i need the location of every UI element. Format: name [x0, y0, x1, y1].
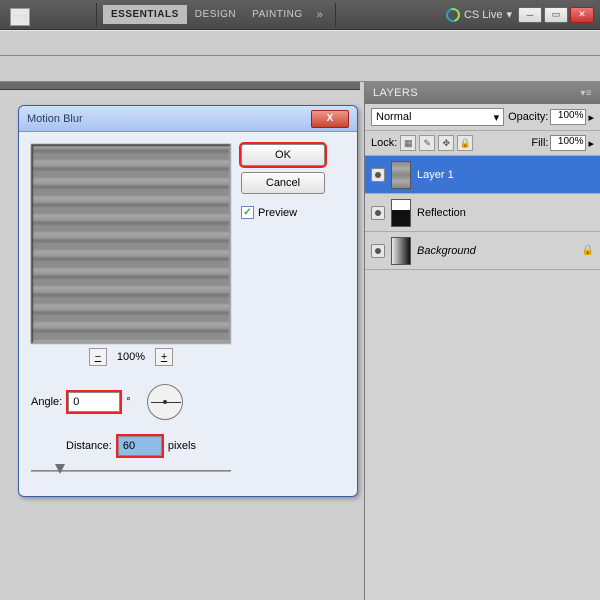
cslive-caret-icon: ▾ — [506, 8, 512, 21]
fill-caret-icon[interactable]: ▸ — [588, 137, 594, 150]
layers-panel: LAYERS ▾≡ Normal ▾ Opacity: 100% ▸ Lock:… — [364, 82, 600, 600]
slider-thumb-icon[interactable] — [55, 464, 65, 474]
lock-position-icon[interactable]: ✥ — [438, 135, 454, 151]
layer-name[interactable]: Layer 1 — [417, 169, 594, 181]
preview-checkbox[interactable]: ✓ — [241, 206, 254, 219]
fill-label: Fill: — [531, 137, 548, 149]
opacity-label: Opacity: — [508, 111, 548, 123]
cslive-icon — [443, 5, 462, 24]
workspace-painting[interactable]: PAINTING — [244, 5, 310, 24]
cslive-button[interactable]: CS Live ▾ — [446, 8, 512, 22]
layer-name[interactable]: Background — [417, 245, 576, 257]
lock-pixels-icon[interactable]: ✎ — [419, 135, 435, 151]
dialog-close-button[interactable]: X — [311, 110, 349, 128]
dialog-title: Motion Blur — [27, 113, 83, 125]
angle-label: Angle: — [31, 396, 62, 408]
distance-label: Distance: — [66, 440, 112, 452]
visibility-toggle-icon[interactable] — [371, 244, 385, 258]
ok-button[interactable]: OK — [241, 144, 325, 166]
lock-label: Lock: — [371, 137, 397, 149]
lock-transparent-icon[interactable]: ▦ — [400, 135, 416, 151]
options-bar[interactable] — [0, 30, 600, 56]
filter-preview[interactable] — [31, 144, 231, 344]
blend-mode-value: Normal — [376, 111, 411, 123]
zoom-out-button[interactable]: − — [89, 348, 107, 366]
opacity-caret-icon[interactable]: ▸ — [588, 111, 594, 124]
layer-thumbnail[interactable] — [391, 199, 411, 227]
layers-panel-title: LAYERS — [373, 87, 418, 99]
dialog-titlebar[interactable]: Motion Blur X — [19, 106, 357, 132]
layer-row[interactable]: Layer 1 — [365, 156, 600, 194]
workspace-essentials[interactable]: ESSENTIALS — [103, 5, 187, 24]
panel-menu-icon[interactable]: ▾≡ — [580, 88, 592, 99]
layer-thumbnail[interactable] — [391, 237, 411, 265]
opacity-input[interactable]: 100% — [550, 109, 586, 125]
cancel-button[interactable]: Cancel — [241, 172, 325, 194]
workspace-design[interactable]: DESIGN — [187, 5, 244, 24]
preview-label: Preview — [258, 207, 297, 219]
document-tab-strip — [0, 82, 360, 90]
angle-input[interactable] — [68, 392, 120, 412]
angle-wheel[interactable] — [147, 384, 183, 420]
visibility-toggle-icon[interactable] — [371, 206, 385, 220]
layers-panel-header[interactable]: LAYERS ▾≡ — [365, 82, 600, 104]
distance-slider[interactable] — [31, 462, 231, 480]
chevron-down-icon: ▾ — [494, 111, 500, 124]
cslive-label: CS Live — [464, 9, 503, 21]
screenmode-icon[interactable]: ▭▾ — [10, 8, 30, 26]
layer-thumbnail[interactable] — [391, 161, 411, 189]
layer-row[interactable]: Reflection — [365, 194, 600, 232]
visibility-toggle-icon[interactable] — [371, 168, 385, 182]
close-button[interactable]: ✕ — [570, 7, 594, 23]
zoom-in-button[interactable]: + — [155, 348, 173, 366]
lock-all-icon[interactable]: 🔒 — [457, 135, 473, 151]
minimize-button[interactable]: ─ — [518, 7, 542, 23]
fill-input[interactable]: 100% — [550, 135, 586, 151]
lock-icon: 🔒 — [582, 245, 594, 256]
app-menubar: ▭▾ ESSENTIALS DESIGN PAINTING » CS Live … — [0, 0, 600, 30]
blend-mode-select[interactable]: Normal ▾ — [371, 108, 504, 126]
workspace-more-icon[interactable]: » — [317, 9, 323, 21]
motion-blur-dialog: Motion Blur X − 100% + Angle: ° Distance… — [18, 105, 358, 497]
zoom-value: 100% — [117, 351, 145, 363]
layer-name[interactable]: Reflection — [417, 207, 594, 219]
distance-unit: pixels — [168, 440, 196, 452]
distance-input[interactable] — [118, 436, 162, 456]
maximize-button[interactable]: ▭ — [544, 7, 568, 23]
layer-row[interactable]: Background 🔒 — [365, 232, 600, 270]
angle-unit: ° — [126, 396, 130, 408]
options-bar-2[interactable] — [0, 56, 600, 82]
